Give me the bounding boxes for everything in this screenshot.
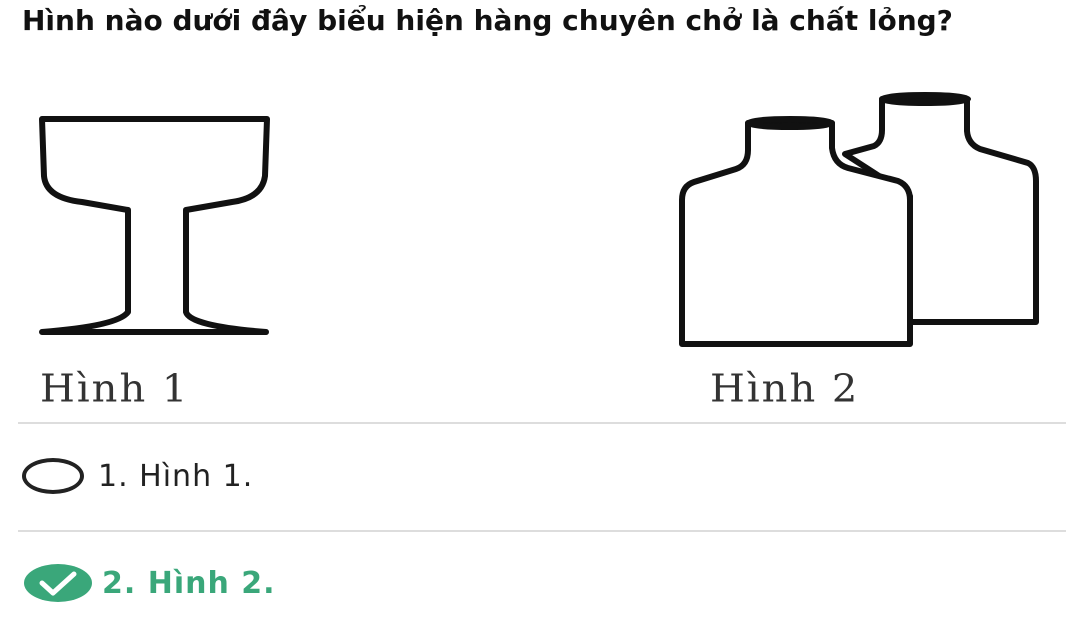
wine-glass-icon xyxy=(39,116,270,335)
bottles-icon xyxy=(679,92,1039,347)
radio-unchecked-icon[interactable] xyxy=(22,458,84,494)
divider xyxy=(18,530,1066,532)
answer-option-1-label: 1. Hình 1. xyxy=(98,458,254,494)
figure-area: Hình 1 Hình 2 xyxy=(0,86,1079,416)
divider xyxy=(18,422,1066,424)
answer-option-1[interactable]: 1. Hình 1. xyxy=(22,446,253,506)
question-text: Hình nào dưới đây biểu hiện hàng chuyên … xyxy=(22,4,953,37)
answer-option-2-label: 2. Hình 2. xyxy=(102,565,276,601)
figure-2-caption: Hình 2 xyxy=(710,367,860,411)
figure-1-caption: Hình 1 xyxy=(40,367,190,411)
answer-option-2[interactable]: 2. Hình 2. xyxy=(22,553,276,613)
check-circle-icon[interactable] xyxy=(22,562,94,604)
